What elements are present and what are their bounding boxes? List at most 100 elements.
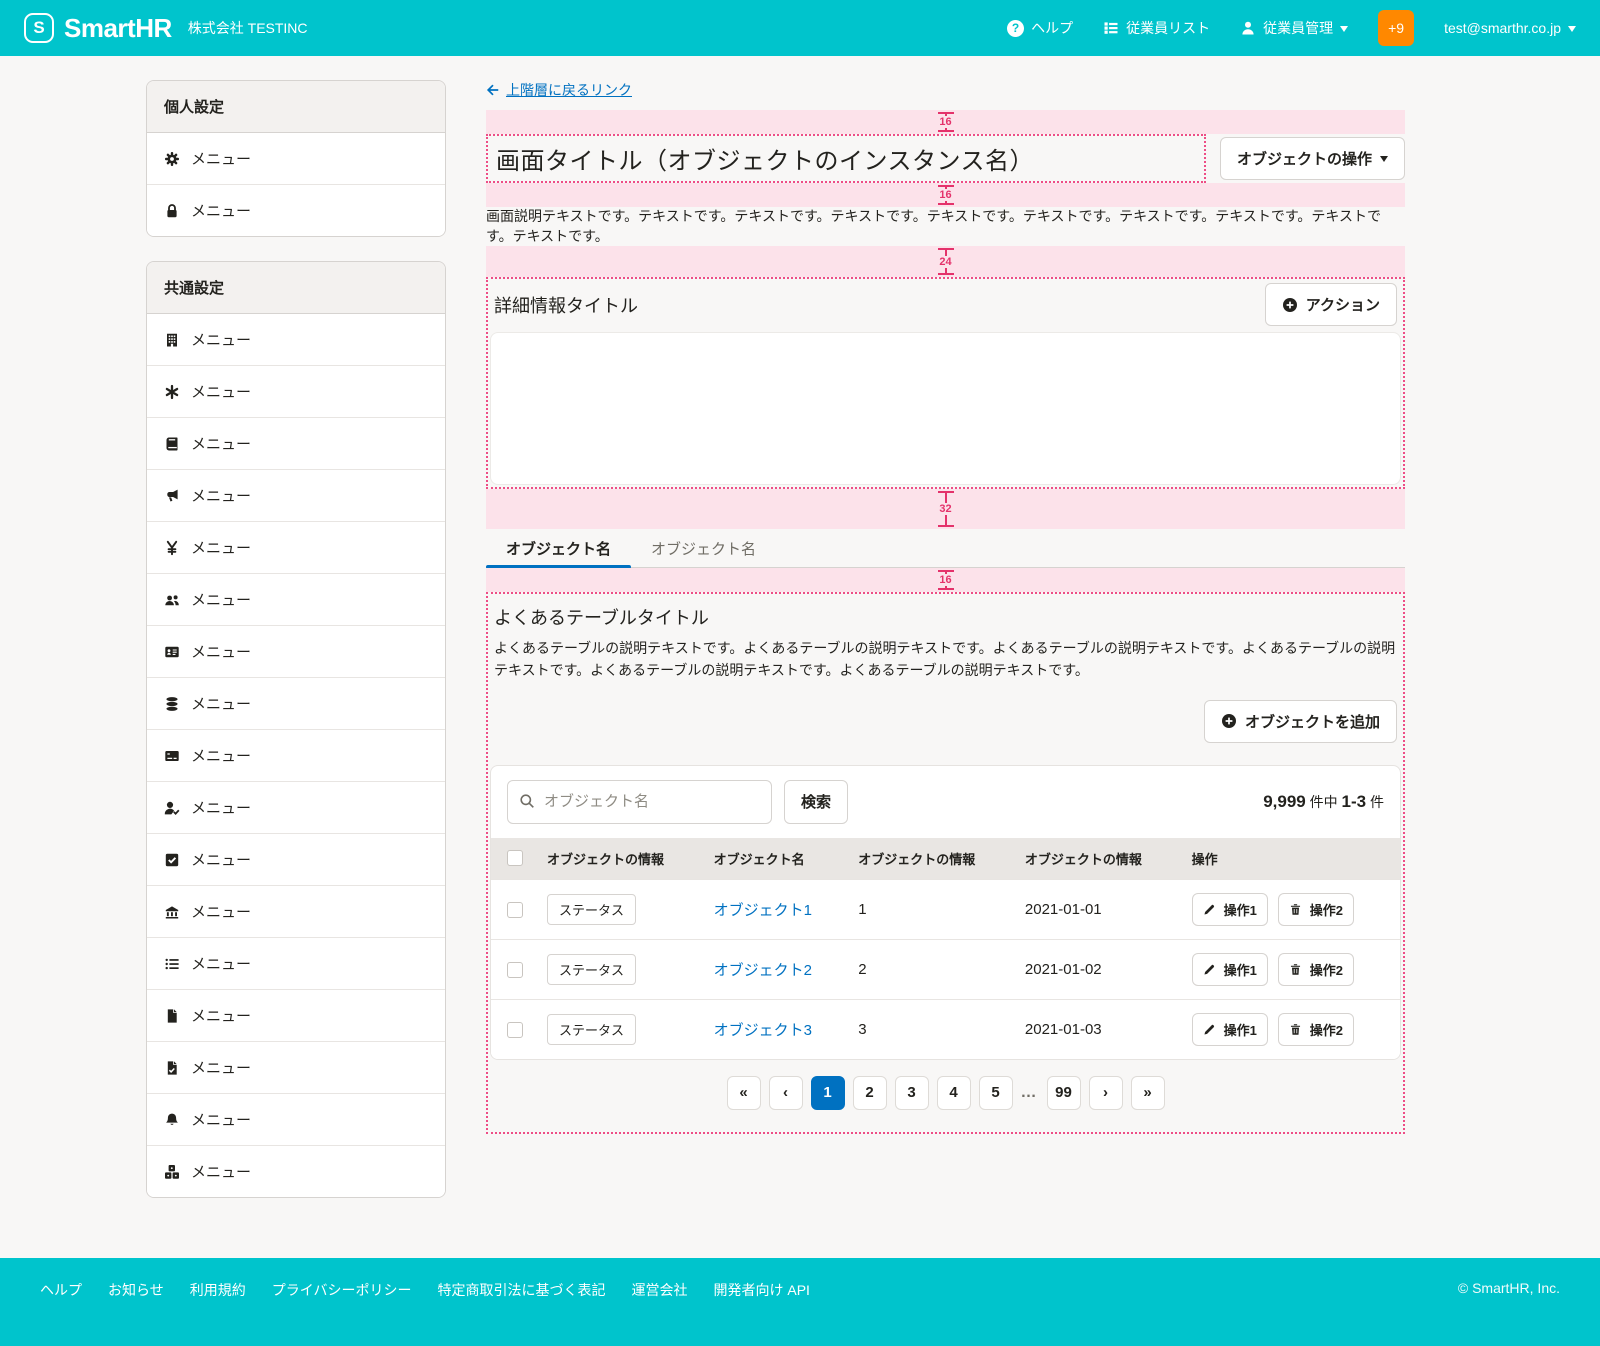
footer-link-privacy[interactable]: プライバシーポリシー [272,1280,412,1300]
smarthr-logo[interactable]: S SmartHR [24,13,172,44]
sidebar-item-menu[interactable]: メニュー [147,937,445,989]
object-link[interactable]: オブジェクト3 [714,1022,812,1039]
pagination-page-4[interactable]: 4 [937,1076,971,1110]
pagination-first-button[interactable]: « [727,1076,761,1110]
users-icon [164,592,180,608]
sidebar-item-menu[interactable]: メニュー [147,677,445,729]
employee-admin-dropdown[interactable]: 従業員管理 [1240,18,1348,38]
column-header: オブジェクトの情報 [846,838,1013,880]
pagination-page-99[interactable]: 99 [1047,1076,1081,1110]
common-table-section: よくあるテーブルタイトル よくあるテーブルの説明テキストです。よくあるテーブルの… [486,592,1405,1133]
pagination-prev-button[interactable]: ‹ [769,1076,803,1110]
main-content: 上階層に戻るリンク 16 画面タイトル（オブジェクトのインスタンス名） オブジェ… [486,80,1405,1134]
sidebar-item-menu[interactable]: メニュー [147,989,445,1041]
plus-circle-icon [1221,713,1237,729]
check-square-icon [164,852,180,868]
footer-link-terms[interactable]: 利用規約 [190,1280,246,1300]
row-actions: 操作1 操作2 [1192,893,1388,926]
row-checkbox[interactable] [507,1022,523,1038]
smarthr-logo-text: SmartHR [64,13,172,44]
result-count: 9,999 件中 1-3 件 [1263,792,1384,812]
person-icon [1240,20,1256,36]
sidebar-item-menu[interactable]: メニュー [147,314,445,365]
sidebar-item-menu[interactable]: メニュー [147,1145,445,1197]
trash-icon [1289,963,1302,976]
sidebar-section-common: 共通設定 メニュー メニュー メニュー メニュー メニュー [146,261,446,1198]
spacing-indicator-16: 16 [486,183,1405,207]
select-all-checkbox[interactable] [507,850,523,866]
footer-link-operator[interactable]: 運営会社 [631,1280,687,1300]
sidebar-item-menu[interactable]: メニュー [147,184,445,236]
search-box [507,780,772,824]
sidebar-item-menu[interactable]: メニュー [147,469,445,521]
help-nav-item[interactable]: ヘルプ [1007,18,1073,38]
sidebar-item-menu[interactable]: メニュー [147,833,445,885]
sidebar-item-menu[interactable]: メニュー [147,781,445,833]
pagination-next-button[interactable]: › [1089,1076,1123,1110]
sidebar-item-menu[interactable]: メニュー [147,729,445,781]
sidebar-item-menu[interactable]: メニュー [147,625,445,677]
sidebar-item-label: メニュー [191,148,251,169]
sidebar-item-menu[interactable]: メニュー [147,1093,445,1145]
building-icon [164,332,180,348]
detail-info-panel [490,332,1401,485]
footer-link-developer-api[interactable]: 開発者向け API [713,1280,809,1300]
search-row: 検索 9,999 件中 1-3 件 [491,766,1400,838]
sidebar-item-label: メニュー [191,381,251,402]
notification-badge[interactable]: +9 [1378,10,1414,46]
document-icon [164,1008,180,1024]
sidebar-item-label: メニュー [191,589,251,610]
payment-card-icon [164,748,180,764]
action-button[interactable]: アクション [1265,283,1397,326]
detail-info-title: 詳細情報タイトル [494,292,638,318]
delete-action-button[interactable]: 操作2 [1278,893,1354,926]
sidebar-item-label: メニュー [191,849,251,870]
search-button[interactable]: 検索 [784,780,848,824]
sidebar-item-menu[interactable]: メニュー [147,365,445,417]
pagination-page-5[interactable]: 5 [979,1076,1013,1110]
delete-action-button[interactable]: 操作2 [1278,1013,1354,1046]
object-search-input[interactable] [507,780,772,824]
object-actions-dropdown-button[interactable]: オブジェクトの操作 [1220,137,1405,180]
table-section-title: よくあるテーブルタイトル [488,596,1403,630]
trash-icon [1289,903,1302,916]
edit-action-button[interactable]: 操作1 [1192,1013,1268,1046]
delete-action-button[interactable]: 操作2 [1278,953,1354,986]
sidebar-item-menu[interactable]: メニュー [147,133,445,184]
employee-list-nav-item[interactable]: 従業員リスト [1103,18,1210,38]
pagination-page-3[interactable]: 3 [895,1076,929,1110]
account-dropdown[interactable]: test@smarthr.co.jp [1444,20,1576,36]
sidebar-item-menu[interactable]: メニュー [147,521,445,573]
sidebar-item-menu[interactable]: メニュー [147,885,445,937]
sidebar-item-menu[interactable]: メニュー [147,417,445,469]
status-badge: ステータス [547,1014,636,1045]
sidebar-section-title: 個人設定 [147,81,445,133]
sidebar-item-label: メニュー [191,1161,251,1182]
add-object-button[interactable]: オブジェクトを追加 [1204,700,1397,743]
object-link[interactable]: オブジェクト2 [714,962,812,979]
pagination-page-2[interactable]: 2 [853,1076,887,1110]
edit-action-button[interactable]: 操作1 [1192,953,1268,986]
footer-link-commerce-law[interactable]: 特定商取引法に基づく表記 [437,1280,605,1300]
chevron-down-icon [1568,26,1576,36]
footer-links: ヘルプ お知らせ 利用規約 プライバシーポリシー 特定商取引法に基づく表記 運営… [40,1280,810,1300]
object-link[interactable]: オブジェクト1 [714,902,812,919]
tab-object-name-2[interactable]: オブジェクト名 [631,529,776,567]
row-actions: 操作1 操作2 [1192,1013,1388,1046]
sidebar-item-menu[interactable]: メニュー [147,1041,445,1093]
list-icon [164,956,180,972]
sidebar-item-menu[interactable]: メニュー [147,573,445,625]
row-checkbox[interactable] [507,902,523,918]
back-to-parent-link[interactable]: 上階層に戻るリンク [486,80,632,100]
edit-action-button[interactable]: 操作1 [1192,893,1268,926]
pagination-last-button[interactable]: » [1131,1076,1165,1110]
tab-object-name-1[interactable]: オブジェクト名 [486,529,631,567]
footer-link-help[interactable]: ヘルプ [40,1280,82,1300]
chevron-down-icon [1340,26,1348,36]
sidebar-item-label: メニュー [191,200,251,221]
row-checkbox[interactable] [507,962,523,978]
object-date-cell: 2021-01-01 [1013,879,1180,939]
page-description: 画面説明テキストです。テキストです。テキストです。テキストです。テキストです。テ… [486,207,1405,246]
footer-link-news[interactable]: お知らせ [108,1280,164,1300]
pagination-page-1[interactable]: 1 [811,1076,845,1110]
